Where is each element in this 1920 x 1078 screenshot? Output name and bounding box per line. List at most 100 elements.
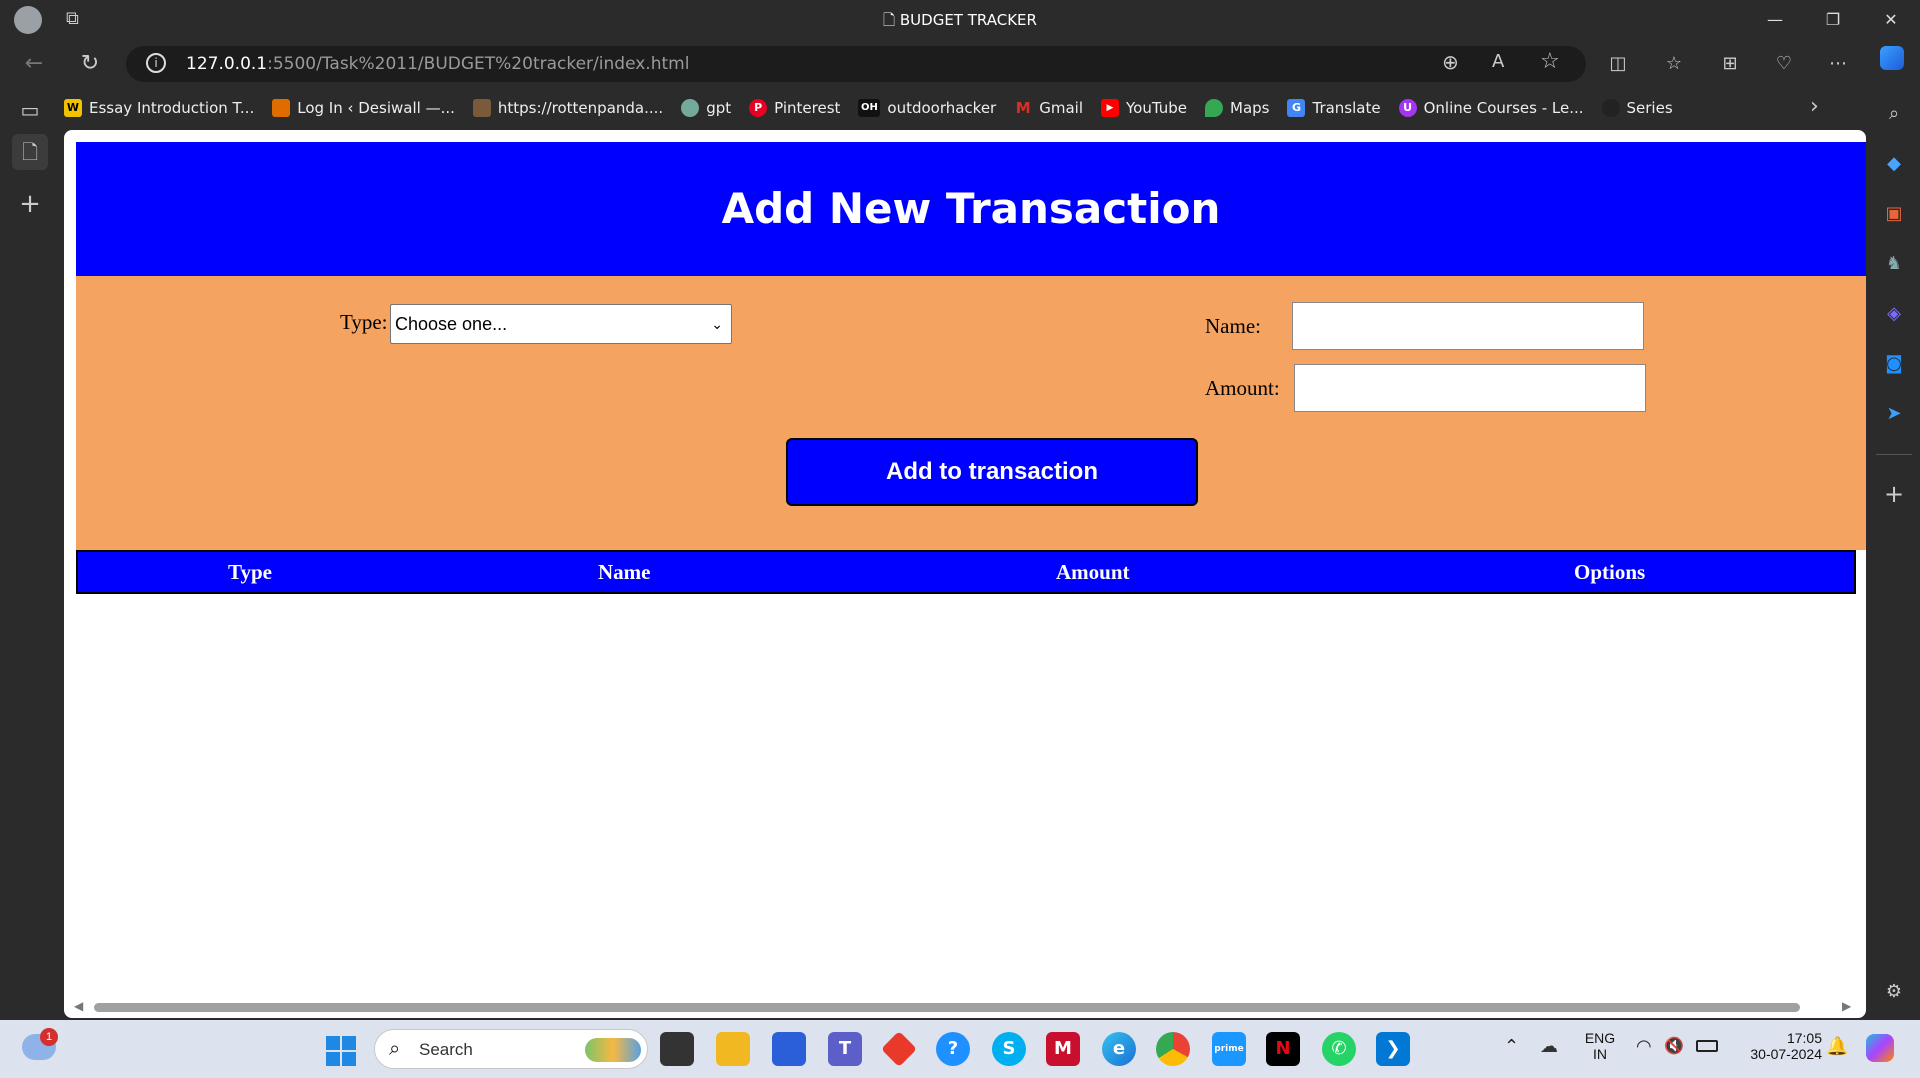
bookmark-item[interactable]: https://rottenpanda.... [472, 99, 664, 117]
bookmarks-bar: W Essay Introduction T... Log In ‹ Desiwa… [64, 92, 1691, 124]
zoom-icon[interactable]: ⊕ [1442, 50, 1459, 74]
battery-icon[interactable] [1696, 1040, 1718, 1052]
search-highlight-icon [585, 1038, 641, 1062]
start-windows-icon[interactable] [326, 1036, 356, 1066]
bookmark-label: Log In ‹ Desiwall —... [297, 99, 455, 117]
mcafee-icon[interactable]: M [1046, 1032, 1080, 1066]
chrome-icon[interactable] [1156, 1032, 1190, 1066]
whatsapp-icon[interactable]: ✆ [1322, 1032, 1356, 1066]
wifi-icon[interactable]: ◠ [1636, 1036, 1652, 1057]
bookmark-favicon-icon: P [749, 99, 768, 117]
prime-video-icon[interactable]: prime [1212, 1032, 1246, 1066]
read-aloud-icon[interactable]: A [1492, 51, 1504, 72]
bookmark-label: https://rottenpanda.... [497, 99, 664, 117]
amount-input[interactable] [1294, 364, 1646, 412]
clock-time: 17:05 [1786, 1030, 1822, 1046]
split-screen-icon[interactable]: ◫ [1600, 46, 1636, 82]
bookmark-label: Translate [1312, 99, 1381, 117]
add-sidebar-app-icon[interactable]: + [1876, 476, 1912, 512]
tab-actions-icon[interactable]: ▭ [12, 92, 48, 128]
url-text[interactable]: 127.0.0.1:5500/Task%2011/BUDGET%20tracke… [186, 54, 689, 74]
skype-icon[interactable]: S [992, 1032, 1026, 1066]
taskbar-search-input[interactable]: ⌕ Search [374, 1029, 648, 1069]
chevron-down-icon: ⌄ [711, 316, 723, 332]
file-explorer-icon[interactable] [716, 1032, 750, 1066]
help-app-icon[interactable]: ? [936, 1032, 970, 1066]
scroll-right-icon[interactable]: ▶ [1842, 999, 1851, 1013]
bookmark-item[interactable]: OH outdoorhacker [858, 99, 996, 117]
bookmark-item[interactable]: M Gmail [1014, 99, 1083, 117]
settings-gear-icon[interactable]: ⚙ [1876, 974, 1912, 1010]
close-icon[interactable]: ✕ [1876, 8, 1906, 32]
edge-browser-icon[interactable]: e [1102, 1032, 1136, 1066]
bookmark-label: Series [1626, 99, 1673, 117]
new-tab-icon[interactable]: + [12, 186, 48, 222]
type-select-value: Choose one... [395, 314, 508, 334]
bookmark-favicon-icon: M [1015, 99, 1031, 117]
copilot-taskbar-icon[interactable] [1866, 1034, 1894, 1062]
more-menu-icon[interactable]: ⋯ [1820, 46, 1856, 82]
favorites-icon[interactable]: ☆ [1656, 46, 1692, 82]
reload-icon[interactable]: ↻ [72, 46, 108, 82]
page-icon: 🗋 [883, 11, 900, 29]
bookmark-item[interactable]: Log In ‹ Desiwall —... [272, 99, 455, 117]
copilot-sidebar-icon[interactable]: ◈ [1876, 296, 1912, 332]
bookmark-item[interactable]: G Translate [1287, 99, 1381, 117]
region-code: IN [1593, 1046, 1607, 1062]
microsoft-store-icon[interactable] [772, 1032, 806, 1066]
favorite-star-icon[interactable]: ☆ [1540, 49, 1560, 74]
collections-icon[interactable]: ⊞ [1712, 46, 1748, 82]
scrollbar-thumb[interactable] [94, 1003, 1800, 1012]
bookmark-item[interactable]: P Pinterest [749, 99, 840, 117]
bookmark-item[interactable]: Series [1601, 99, 1673, 117]
vscode-icon[interactable]: ❯ [1376, 1032, 1410, 1066]
page-title: Add New Transaction [721, 184, 1221, 233]
transactions-table-header: Type Name Amount Options [76, 550, 1856, 594]
notifications-bell-icon[interactable]: 🔔 [1826, 1036, 1848, 1057]
weather-badge: 1 [40, 1028, 58, 1046]
bookmark-label: Online Courses - Le... [1423, 99, 1584, 117]
language-indicator[interactable]: ENG IN [1580, 1030, 1620, 1062]
address-bar[interactable]: i 127.0.0.1:5500/Task%2011/BUDGET%20trac… [126, 46, 1586, 82]
games-icon[interactable]: ♞ [1876, 246, 1912, 282]
bookmark-item[interactable]: Maps [1205, 99, 1269, 117]
name-input[interactable] [1292, 302, 1644, 350]
bookmarks-overflow-chevron-icon[interactable]: › [1810, 94, 1819, 119]
bookmark-favicon-icon [272, 99, 291, 117]
column-header-type: Type [228, 560, 272, 584]
amount-label: Amount: [1205, 376, 1280, 400]
restore-icon[interactable]: ❐ [1818, 8, 1848, 32]
site-info-icon[interactable]: i [146, 53, 166, 73]
tray-overflow-chevron-icon[interactable]: ⌃ [1504, 1036, 1519, 1057]
back-icon[interactable]: ← [16, 46, 52, 82]
browser-essentials-icon[interactable]: ♡ [1766, 46, 1802, 82]
bookmark-item[interactable]: W Essay Introduction T... [64, 99, 254, 117]
current-tab-icon[interactable]: 🗋 [12, 134, 48, 170]
netflix-icon[interactable]: N [1266, 1032, 1300, 1066]
add-transaction-button[interactable]: Add to transaction [786, 438, 1198, 506]
minimize-icon[interactable]: — [1760, 8, 1790, 32]
onedrive-error-icon[interactable]: ☁ [1540, 1036, 1558, 1057]
scroll-left-icon[interactable]: ◀ [74, 999, 83, 1013]
task-view-icon[interactable] [660, 1032, 694, 1066]
volume-muted-icon[interactable]: 🔇 [1664, 1036, 1684, 1055]
sidebar-search-icon[interactable]: ⌕ [1876, 96, 1912, 132]
teams-icon[interactable]: T [828, 1032, 862, 1066]
bookmark-item[interactable]: ▶ YouTube [1101, 99, 1187, 117]
copilot-icon[interactable] [1874, 46, 1910, 82]
red-diamond-app-icon[interactable] [880, 1030, 918, 1068]
column-header-amount: Amount [1056, 560, 1130, 584]
bookmark-favicon-icon [472, 99, 491, 117]
bookmark-item[interactable]: gpt [681, 99, 731, 117]
bookmark-favicon-icon [1601, 99, 1620, 117]
bookmark-item[interactable]: U Online Courses - Le... [1398, 99, 1584, 117]
tools-icon[interactable]: ▣ [1876, 196, 1912, 232]
bookmark-label: gpt [706, 99, 732, 117]
outlook-icon[interactable]: ◙ [1876, 346, 1912, 382]
shopping-tag-icon[interactable]: ◆ [1876, 146, 1912, 182]
horizontal-scrollbar[interactable]: ◀ ▶ [72, 999, 1858, 1014]
browser-title-bar: ⧉ 🗋 BUDGET TRACKER — ❐ ✕ [0, 0, 1920, 40]
type-select[interactable]: Choose one... ⌄ [390, 304, 732, 344]
send-icon[interactable]: ➤ [1876, 396, 1912, 432]
clock[interactable]: 17:05 30-07-2024 [1732, 1030, 1822, 1062]
